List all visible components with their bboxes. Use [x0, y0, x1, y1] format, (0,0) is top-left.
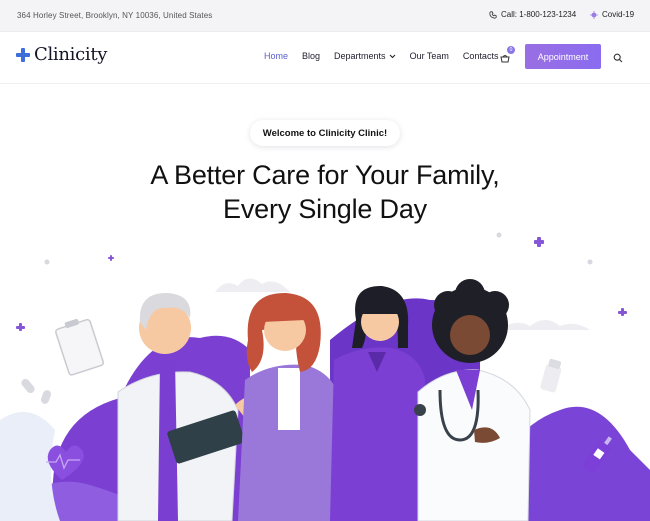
chevron-down-icon	[389, 54, 395, 58]
phone-icon	[489, 10, 497, 19]
main-nav: Home Blog Departments Our Team Contacts	[264, 51, 512, 61]
cart-icon	[500, 55, 510, 63]
appointment-button[interactable]: Appointment	[525, 44, 601, 69]
nav-home[interactable]: Home	[264, 51, 288, 61]
address-text: 364 Horley Street, Brooklyn, NY 10036, U…	[17, 11, 213, 20]
search-icon	[613, 53, 623, 63]
headline-line-1: A Better Care for Your Family,	[150, 160, 500, 190]
medicine-bottle-icon	[540, 358, 562, 393]
site-logo[interactable]: Clinicity	[16, 44, 107, 65]
virus-icon	[590, 10, 598, 19]
nav-our-team[interactable]: Our Team	[410, 51, 449, 61]
pill-capsule-icon	[21, 378, 52, 404]
cart-count-badge: 0	[507, 46, 515, 54]
nav-blog[interactable]: Blog	[302, 51, 320, 61]
sparkle-decorations	[16, 237, 627, 331]
cart-button[interactable]: 0	[500, 46, 515, 63]
headline-line-2: Every Single Day	[223, 194, 427, 224]
nav-blog-label: Blog	[302, 51, 321, 61]
hero-illustration	[0, 232, 650, 521]
welcome-pill: Welcome to Clinicity Clinic!	[250, 120, 400, 146]
nav-our-team-label: Our Team	[409, 51, 449, 61]
logo-text: Clinicity	[34, 44, 108, 65]
top-info-bar: 364 Horley Street, Brooklyn, NY 10036, U…	[0, 0, 650, 32]
call-link[interactable]: Call: 1-800-123-1234	[489, 10, 576, 19]
covid-text: Covid-19	[602, 10, 635, 19]
cross-logo-icon	[16, 47, 30, 62]
hero-headline: A Better Care for Your Family, Every Sin…	[0, 158, 650, 226]
clipboard-icon	[55, 318, 105, 376]
covid-link[interactable]: Covid-19	[590, 10, 634, 19]
call-text: Call: 1-800-123-1234	[501, 10, 577, 19]
nav-contacts-label: Contacts	[462, 51, 499, 61]
nav-departments[interactable]: Departments	[334, 51, 396, 61]
woman-red-hair-figure	[238, 292, 340, 521]
nav-departments-label: Departments	[334, 51, 386, 61]
nav-home-label: Home	[264, 51, 289, 61]
nav-contacts[interactable]: Contacts	[463, 51, 499, 61]
search-button[interactable]	[613, 50, 625, 63]
